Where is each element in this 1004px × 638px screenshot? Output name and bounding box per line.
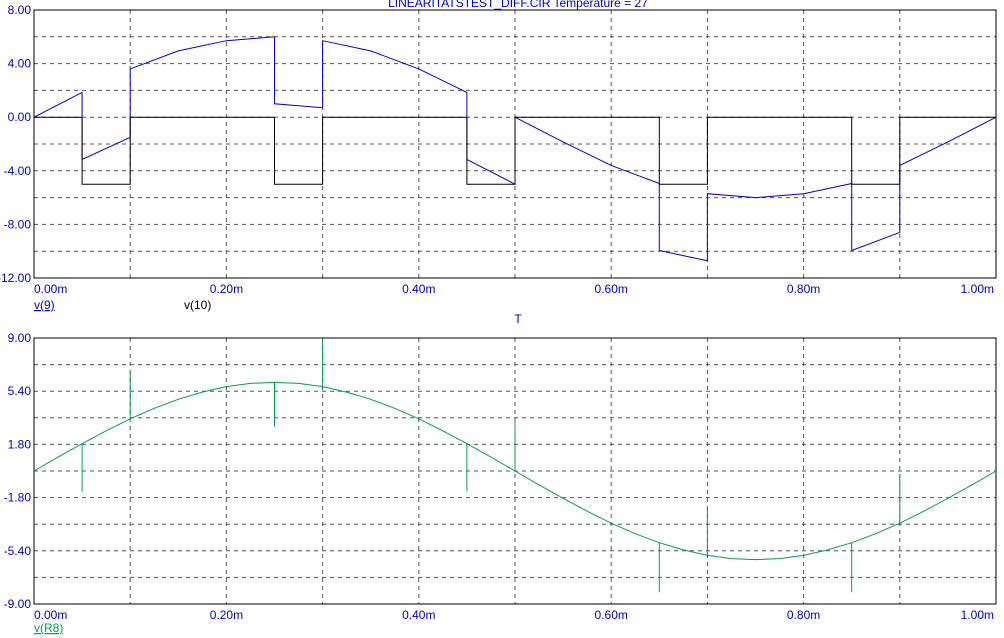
probe-plot-window: LINEARITATSTEST_DIFF.CIR Temperature = 2… <box>0 0 997 635</box>
y-tick-label: 8.00 <box>8 3 32 17</box>
legend-label[interactable]: v(10) <box>184 298 211 312</box>
y-tick-label: -4.00 <box>4 164 32 178</box>
y-tick-label: -5.40 <box>4 544 32 558</box>
plot-title: LINEARITATSTEST_DIFF.CIR Temperature = 2… <box>388 0 648 10</box>
plot-title: T <box>514 312 522 326</box>
y-tick-label: -8.00 <box>4 217 32 231</box>
y-tick-label: -12.00 <box>0 271 31 285</box>
y-tick-label: 1.80 <box>8 437 32 451</box>
legend-label[interactable]: v(R8) <box>34 621 63 635</box>
bottom-plot-vr8: T 9.00 5.40 1.80 -1.80 -5.40 -9.000.00m 0.20m 0.… <box>4 312 997 635</box>
x-tick-label: 0.60m <box>595 608 628 622</box>
x-tick-label: 0.60m <box>595 282 628 296</box>
x-tick-label: 1.00m <box>961 608 994 622</box>
x-tick-label: 0.80m <box>787 608 820 622</box>
y-tick-label: 9.00 <box>8 331 32 345</box>
x-tick-label: 0.20m <box>210 282 243 296</box>
series-line-v10 <box>34 116 996 185</box>
x-tick-label: 0.80m <box>787 282 820 296</box>
x-tick-label: 0.20m <box>210 608 243 622</box>
y-tick-label: 5.40 <box>8 384 32 398</box>
y-tick-label: 0.00 <box>8 110 32 124</box>
x-tick-label: 0.00m <box>34 282 67 296</box>
x-tick-label: 1.00m <box>961 282 994 296</box>
x-tick-label: 0.40m <box>402 282 435 296</box>
y-tick-label: -9.00 <box>4 597 32 611</box>
y-tick-label: -1.80 <box>4 491 32 505</box>
x-tick-label: 0.40m <box>402 608 435 622</box>
y-tick-label: 4.00 <box>8 57 32 71</box>
top-plot-v9-v10: LINEARITATSTEST_DIFF.CIR Temperature = 2… <box>0 0 997 312</box>
legend-label[interactable]: v(9) <box>34 298 55 312</box>
x-tick-label: 0.00m <box>34 608 67 622</box>
